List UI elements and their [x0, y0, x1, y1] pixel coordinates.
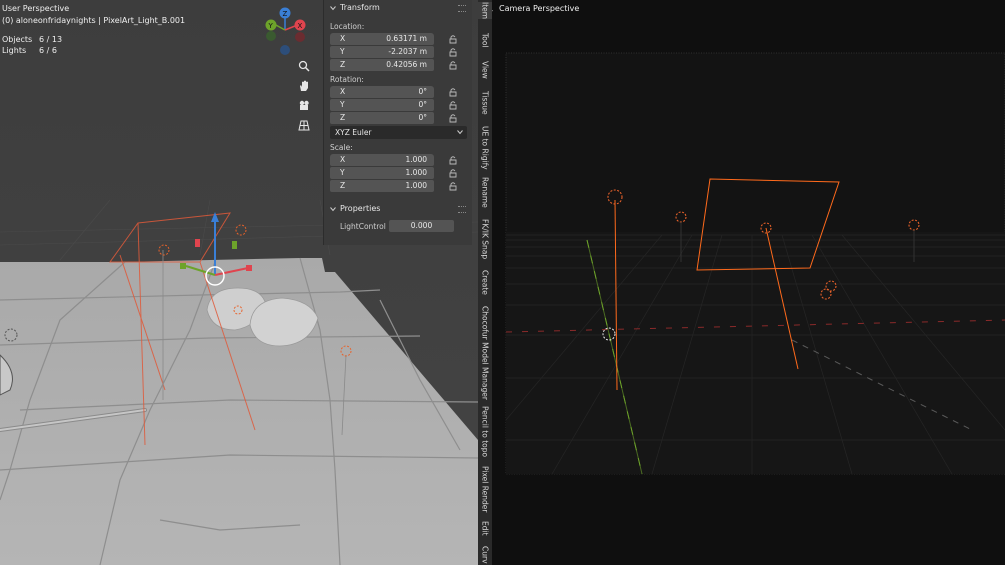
hand-pan-icon[interactable] — [296, 78, 312, 94]
properties-panel-title: Properties — [340, 204, 381, 213]
location-y-field[interactable]: Y -2.2037 m — [330, 46, 434, 58]
tab-fk-ik-snap[interactable]: FK/IK Snap — [478, 219, 492, 259]
lock-icon[interactable] — [448, 34, 458, 44]
rotation-z-value: 0° — [418, 113, 427, 122]
chevron-down-icon — [330, 5, 336, 10]
location-x-field[interactable]: X 0.63171 m — [330, 33, 434, 45]
tab-ue-to-rigify[interactable]: UE to Rigify — [478, 126, 492, 170]
rotation-x-field[interactable]: X 0° — [330, 86, 434, 98]
tab-label: Tool — [480, 33, 490, 48]
stat-objects-value: 6 / 13 — [39, 35, 63, 44]
rotation-z-field[interactable]: Z 0° — [330, 112, 434, 124]
grid-perspective-icon[interactable] — [296, 117, 312, 133]
lock-icon[interactable] — [448, 60, 458, 70]
tab-edit[interactable]: Edit — [478, 521, 492, 536]
gizmo-x-label: X — [298, 22, 303, 30]
tab-pencil-to-topo[interactable]: Pencil to topo — [478, 406, 492, 457]
light-control-label: LightControl — [340, 222, 386, 231]
location-z-axis: Z — [340, 60, 346, 69]
scale-z-field[interactable]: Z 1.000 — [330, 180, 434, 192]
gizmo-y-label: Y — [268, 22, 274, 30]
tab-curv[interactable]: Curv — [478, 546, 492, 564]
lock-icon[interactable] — [448, 113, 458, 123]
rotation-z-axis: Z — [340, 113, 346, 122]
navigation-gizmo[interactable]: Z Y X — [262, 4, 310, 56]
lock-icon[interactable] — [448, 47, 458, 57]
properties-panel-header[interactable]: Properties — [330, 204, 380, 213]
rotation-mode-value: XYZ Euler — [335, 128, 372, 137]
chevron-down-icon — [330, 206, 336, 211]
chevron-right-icon[interactable]: › — [492, 6, 493, 15]
location-z-field[interactable]: Z 0.42056 m — [330, 59, 434, 71]
rotation-x-value: 0° — [418, 87, 427, 96]
tab-create[interactable]: Create — [478, 270, 492, 295]
transform-panel-header[interactable]: Transform — [330, 3, 380, 12]
viewport-title: User Perspective — [2, 4, 70, 13]
tab-label: Chocofur Model Manager — [480, 306, 490, 400]
zoom-icon[interactable] — [296, 58, 312, 74]
scale-z-axis: Z — [340, 181, 346, 190]
scale-y-axis: Y — [340, 168, 345, 177]
tab-tool[interactable]: Tool — [478, 33, 492, 48]
light-control-field[interactable]: 0.000 — [389, 220, 454, 232]
tab-view[interactable]: View — [478, 61, 492, 79]
lock-icon[interactable] — [448, 100, 458, 110]
scale-x-axis: X — [340, 155, 346, 164]
tab-label: Pencil to topo — [480, 406, 490, 458]
gizmo-z-label: Z — [283, 10, 288, 18]
tab-label: View — [480, 61, 490, 79]
location-x-value: 0.63171 m — [386, 34, 427, 43]
tab-label: Tissue — [480, 91, 490, 115]
tab-label: Pixel Render — [480, 466, 490, 513]
location-y-axis: Y — [340, 47, 345, 56]
stat-objects-label: Objects — [2, 35, 33, 44]
scale-y-field[interactable]: Y 1.000 — [330, 167, 434, 179]
camera-scene[interactable] — [492, 0, 1005, 565]
stat-lights-label: Lights — [2, 46, 27, 55]
tab-rename[interactable]: Rename — [478, 177, 492, 208]
panel-grip-icon[interactable] — [458, 5, 466, 12]
tab-label: UE to Rigify — [480, 126, 490, 170]
camera-viewport-title: Camera Perspective — [499, 4, 580, 13]
tab-label: Item — [480, 2, 490, 20]
lock-icon[interactable] — [448, 168, 458, 178]
sidebar-tab-strip: Item Tool View Tissue UE to Rigify Renam… — [478, 0, 493, 565]
rotation-mode-dropdown[interactable]: XYZ Euler — [330, 126, 467, 139]
rotation-y-axis: Y — [340, 100, 345, 109]
scale-x-field[interactable]: X 1.000 — [330, 154, 434, 166]
panel-grip-icon[interactable] — [458, 206, 466, 213]
rotation-y-value: 0° — [418, 100, 427, 109]
lock-icon[interactable] — [448, 155, 458, 165]
rotation-y-field[interactable]: Y 0° — [330, 99, 434, 111]
scale-z-value: 1.000 — [405, 181, 427, 190]
tab-item[interactable]: Item — [478, 2, 492, 20]
active-object-label: (0) aloneonfridaynights | PixelArt_Light… — [2, 16, 186, 25]
camera-viewport[interactable]: › Camera Perspective — [492, 0, 1005, 565]
rotation-label: Rotation: — [330, 75, 364, 84]
chevron-down-icon — [457, 130, 463, 135]
tab-label: Create — [480, 270, 490, 295]
scale-label: Scale: — [330, 143, 353, 152]
lock-icon[interactable] — [448, 87, 458, 97]
sidebar-n-panel: Transform Location: X 0.63171 m Y -2.203… — [323, 0, 472, 245]
stat-lights-value: 6 / 6 — [39, 46, 57, 55]
scale-x-value: 1.000 — [405, 155, 427, 164]
tab-label: Rename — [480, 177, 490, 208]
scale-y-value: 1.000 — [405, 168, 427, 177]
tab-label: Curv — [480, 546, 490, 564]
tab-tissue[interactable]: Tissue — [478, 91, 492, 115]
tab-pixel-render[interactable]: Pixel Render — [478, 466, 492, 512]
location-x-axis: X — [340, 34, 346, 43]
rotation-x-axis: X — [340, 87, 346, 96]
camera-view-icon[interactable] — [296, 97, 312, 113]
location-z-value: 0.42056 m — [386, 60, 427, 69]
left-3d-viewport[interactable]: User Perspective (0) aloneonfridaynights… — [0, 0, 478, 565]
transform-panel-title: Transform — [340, 3, 380, 12]
location-y-value: -2.2037 m — [388, 47, 427, 56]
lock-icon[interactable] — [448, 181, 458, 191]
tab-label: FK/IK Snap — [480, 219, 490, 260]
tab-label: Edit — [480, 521, 490, 536]
location-label: Location: — [330, 22, 365, 31]
tab-chocofur-model-manager[interactable]: Chocofur Model Manager — [478, 306, 492, 400]
